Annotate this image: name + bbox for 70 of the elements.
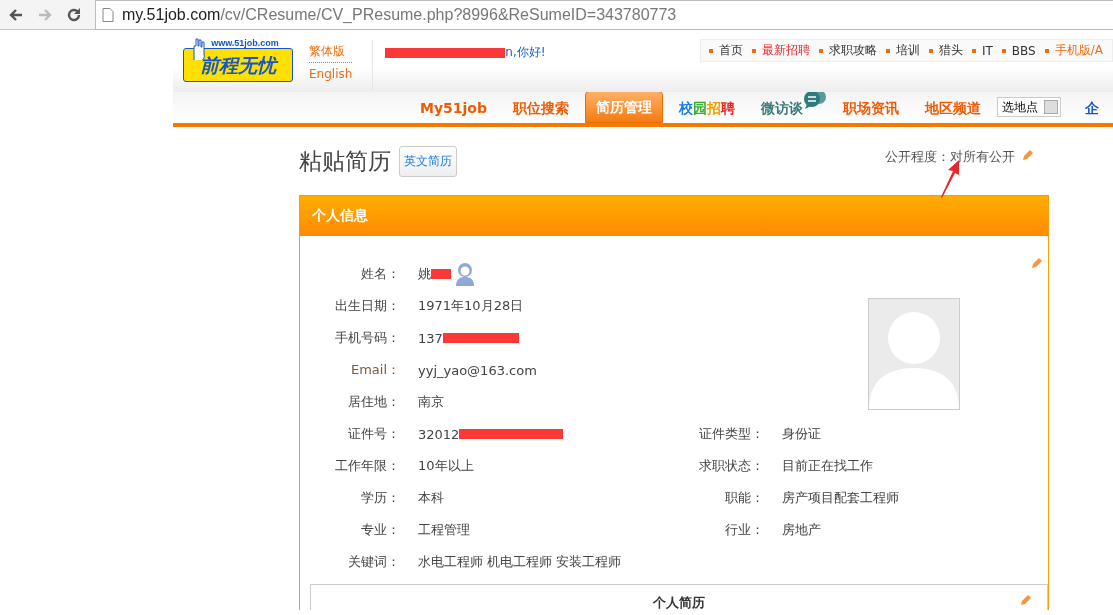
top-link[interactable]: 猎头 [939,42,963,59]
speech-bubble-icon [803,92,827,109]
nav-tab[interactable]: 职位搜索 [503,93,579,123]
field-value: yyj_yao@163.com [418,362,537,378]
nav-tab[interactable]: 职场资讯 [833,93,909,123]
field-value: 1971年10月28日 [418,297,524,315]
greeting-text: n,你好! [505,44,546,61]
field-value: 水电工程师 机电工程师 安装工程师 [418,553,622,571]
pencil-icon[interactable] [1019,593,1033,607]
field-label: 出生日期： [334,297,400,315]
nav-tab[interactable]: 地区频道 [915,93,991,123]
field-value: 身份证 [782,425,822,443]
bullet-icon [972,48,976,53]
field-label: 证件号： [347,425,400,443]
section-title: 个人简历 [653,595,705,610]
field-label: 学历： [360,489,400,507]
back-icon[interactable] [8,6,24,23]
top-link[interactable]: 求职攻略 [829,42,877,59]
field-label: 职能： [724,489,764,507]
bullet-icon [1001,48,1006,53]
field-label: 关键词： [347,553,400,571]
bullet-icon [752,48,756,53]
forward-icon[interactable] [37,6,53,23]
bullet-icon [1044,48,1049,53]
top-link[interactable]: 手机版/A [1054,42,1103,59]
field-value: 姚 [418,265,431,283]
reload-icon[interactable] [66,6,82,23]
top-link[interactable]: IT [982,43,993,58]
nav-tab[interactable]: 校园招聘 [669,93,745,123]
field-value: 目前正在找工作 [782,457,874,475]
field-value: 本科 [418,489,444,507]
field-value: 房产项目配套工程师 [782,489,900,507]
field-label: 证件类型： [698,425,764,443]
field-value: 房地产 [782,521,822,539]
field-label: 专业： [360,521,400,539]
top-link[interactable]: 首页 [719,42,743,59]
field-label: 居住地： [347,393,400,411]
bullet-icon [929,48,933,53]
nav-tab[interactable]: 微访谈 [751,93,803,123]
page-title: 粘贴简历 [299,146,391,176]
top-link[interactable]: 最新招聘 [762,42,810,59]
page-icon [102,7,114,22]
language-link[interactable]: 繁体版 [309,40,353,63]
nav-tab[interactable]: 企 [1075,93,1109,123]
panel-title: 个人信息 [312,207,368,225]
pencil-icon[interactable] [1030,256,1044,270]
url-text: my.51job.com/cv/CResume/CV_PResume.php?8996&ReSumeID=343780773 [122,5,677,24]
bullet-icon [819,48,823,53]
top-link[interactable]: 培训 [896,42,920,59]
top-link[interactable]: BBS [1011,43,1036,58]
location-dropdown[interactable]: 选地点 [997,97,1061,117]
field-value: 南京 [418,393,444,411]
field-label: 姓名： [360,265,400,283]
field-label: 行业： [724,521,764,539]
field-label: Email： [349,361,400,379]
field-label: 工作年限： [334,457,400,475]
bullet-icon [886,48,890,53]
bullet-icon [709,48,713,53]
field-value: 137 [418,330,443,346]
language-link[interactable]: English [309,63,353,85]
address-bar[interactable]: my.51job.com/cv/CResume/CV_PResume.php?8996&ReSumeID=343780773 [95,0,1113,30]
visibility-text: 公开程度：对所有公开 [885,148,1015,166]
pencil-icon[interactable] [1021,148,1035,162]
english-resume-button[interactable]: 英文简历 [399,145,457,177]
field-label: 手机号码： [334,329,400,347]
field-value: 工程管理 [418,521,470,539]
field-label: 求职状态： [698,457,764,475]
field-value: 10年以上 [418,457,474,475]
nav-tab[interactable]: My51job [410,93,497,123]
field-value: 32012 [418,426,460,442]
